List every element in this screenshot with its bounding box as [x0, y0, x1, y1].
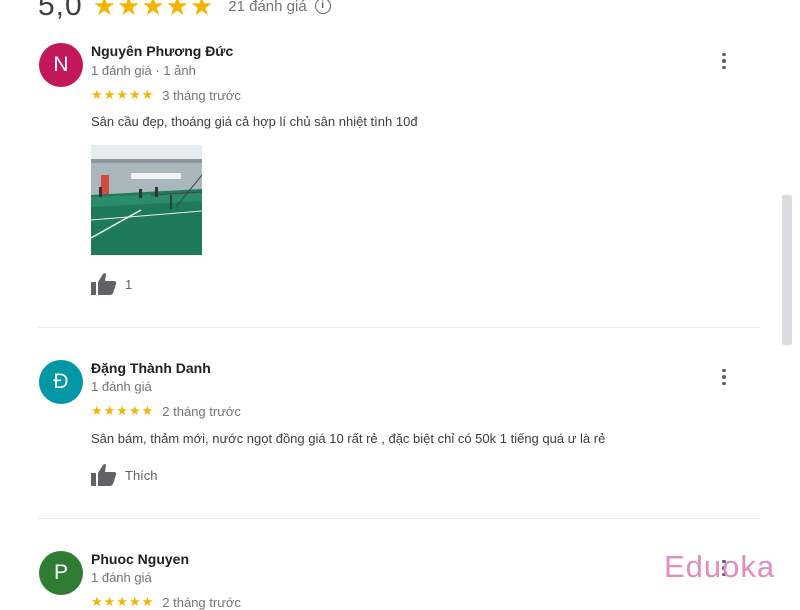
review-time: 2 tháng trước	[162, 403, 241, 419]
reviewer-name[interactable]: Phuoc Nguyen	[91, 551, 189, 567]
average-rating: 5,0	[38, 0, 83, 22]
scrollbar[interactable]	[782, 195, 792, 345]
avatar[interactable]: P	[39, 551, 83, 595]
reviewer-name[interactable]: Đặng Thành Danh	[91, 360, 211, 376]
review-stars: ★★★★★	[91, 594, 155, 609]
avatar[interactable]: Đ	[39, 360, 83, 404]
review-stars: ★★★★★	[91, 87, 155, 102]
review-rating-row: ★★★★★ 3 tháng trước	[91, 87, 241, 103]
review-photo[interactable]	[91, 145, 202, 255]
rating-summary: 5,0 ★★★★★ 21 đánh giá i	[38, 0, 331, 24]
divider	[38, 327, 760, 328]
review-count[interactable]: 21 đánh giá	[228, 0, 306, 15]
review-time: 2 tháng trước	[162, 594, 241, 610]
reviewer-name[interactable]: Nguyên Phương Đức	[91, 43, 233, 59]
average-stars: ★★★★★	[92, 0, 215, 21]
thumbs-up-icon	[91, 464, 117, 486]
like-button[interactable]: Thích	[91, 463, 158, 487]
reviewer-meta: 1 đánh giá	[91, 570, 152, 585]
review-time: 3 tháng trước	[162, 87, 241, 103]
review-text: Sân bám, thảm mới, nước ngọt đồng giá 10…	[91, 431, 606, 446]
review-rating-row: ★★★★★ 2 tháng trước	[91, 403, 241, 419]
like-button[interactable]: 1	[91, 272, 132, 296]
more-options-icon[interactable]	[716, 51, 732, 71]
info-icon[interactable]: i	[314, 0, 331, 14]
reviewer-meta: 1 đánh giá · 1 ảnh	[91, 63, 196, 78]
like-label: Thích	[125, 467, 158, 483]
thumbs-up-icon	[91, 273, 117, 295]
review-stars: ★★★★★	[91, 403, 155, 418]
avatar[interactable]: N	[39, 43, 83, 87]
divider	[38, 518, 760, 519]
more-options-icon[interactable]	[716, 367, 732, 387]
reviewer-meta: 1 đánh giá	[91, 379, 152, 394]
like-count: 1	[125, 276, 133, 292]
review-text: Sân cầu đẹp, thoáng giá cả hợp lí chủ sâ…	[91, 114, 418, 129]
review-rating-row: ★★★★★ 2 tháng trước	[91, 594, 241, 610]
watermark-logo: Eduoka	[664, 549, 776, 584]
